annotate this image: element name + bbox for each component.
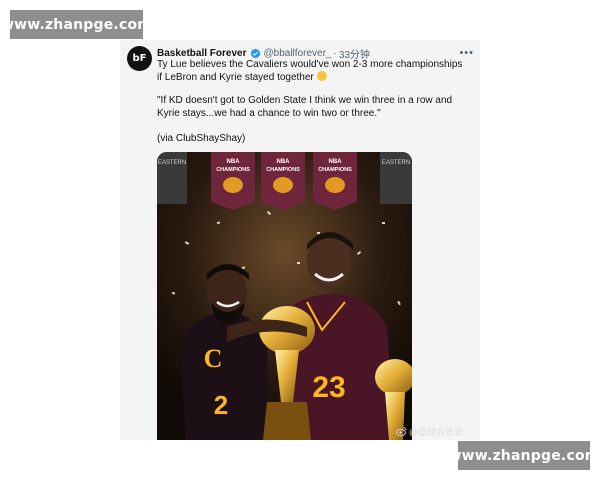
weibo-watermark-text: @篮球名言说 bbox=[409, 427, 464, 437]
tweet-text-main: Ty Lue believes the Cavaliers would've w… bbox=[157, 58, 470, 84]
banner-3-line1: NBA bbox=[329, 159, 343, 165]
weibo-watermark: @篮球名言说 bbox=[396, 425, 463, 438]
banner-left-edge: EASTERN bbox=[157, 152, 187, 204]
author-name[interactable]: Basketball Forever bbox=[157, 48, 247, 59]
face-emoji-icon bbox=[316, 71, 327, 81]
avatar[interactable]: bF bbox=[127, 46, 152, 71]
jersey-right-number: 23 bbox=[312, 371, 345, 404]
tweet-text-line: Ty Lue believes the Cavaliers would've w… bbox=[157, 59, 463, 83]
banner-2-line1: NBA bbox=[277, 159, 291, 165]
banner-right-text: EASTERN bbox=[382, 160, 410, 166]
tweet-card[interactable]: bF Basketball Forever @bballforever_ · 3… bbox=[120, 40, 480, 440]
jersey-left-mark: C bbox=[204, 344, 223, 373]
tweet-text-quote: "If KD doesn't got to Golden State I thi… bbox=[157, 95, 453, 119]
championship-banner-2: NBA CHAMPIONS bbox=[261, 152, 305, 210]
author-handle[interactable]: @bballforever_ bbox=[264, 48, 332, 59]
banner-1-line2: CHAMPIONS bbox=[216, 167, 250, 173]
tweet-text-via: (via ClubShayShay) bbox=[157, 133, 246, 144]
banner-2-line2: CHAMPIONS bbox=[266, 167, 300, 173]
banner-left-text: EASTERN bbox=[158, 160, 186, 166]
tweet-media-image[interactable]: EASTERN EASTERN NBA CHAMPIONS NBA CHAMPI… bbox=[157, 152, 412, 440]
championship-banner-3: NBA CHAMPIONS bbox=[313, 152, 357, 210]
banner-3-line2: CHAMPIONS bbox=[318, 167, 352, 173]
media-illustration: EASTERN EASTERN NBA CHAMPIONS NBA CHAMPI… bbox=[157, 152, 412, 440]
banner-1-line1: NBA bbox=[227, 159, 241, 165]
banner-right-edge: EASTERN bbox=[380, 152, 412, 204]
weibo-icon bbox=[396, 427, 407, 437]
separator-dot: · bbox=[333, 47, 337, 59]
championship-banner-1: NBA CHAMPIONS bbox=[211, 152, 255, 210]
verified-badge-icon bbox=[250, 48, 260, 58]
jersey-left-number: 2 bbox=[214, 390, 228, 420]
watermark-bottom: www.zhanpge.com bbox=[448, 441, 599, 470]
watermark-top: www.zhanpge.com bbox=[1, 10, 152, 39]
